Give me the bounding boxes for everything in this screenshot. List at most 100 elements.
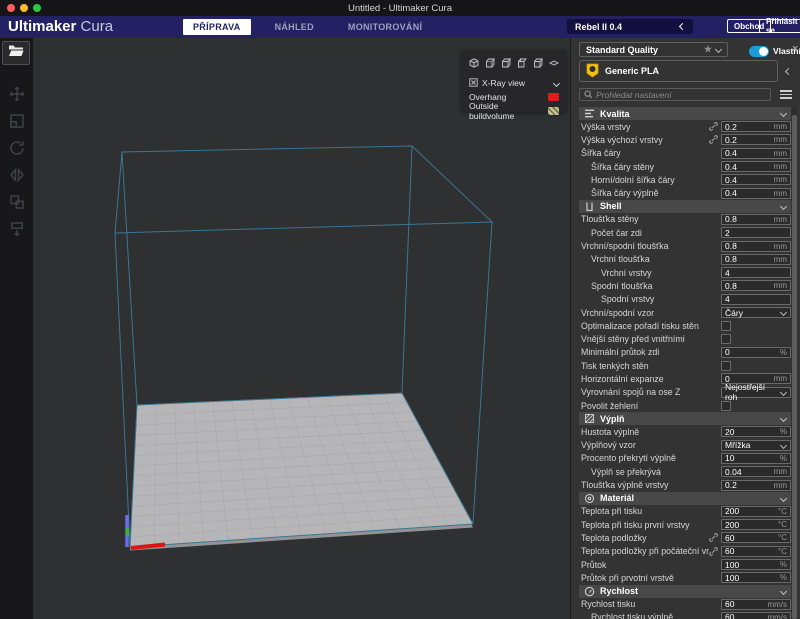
setting-input[interactable]: 100%	[721, 559, 791, 570]
maximize-window-icon[interactable]	[33, 4, 41, 12]
viewport-3d[interactable]: X-Ray view Overhang Outside buildvolume	[33, 38, 570, 619]
link-icon	[709, 533, 718, 542]
mirror-tool-button[interactable]	[4, 165, 29, 190]
setting-row-optimalizace-po-ad-tisku-st-n: Optimalizace pořadí tisku stěn	[579, 319, 791, 332]
setting-input[interactable]: 60mm/s	[721, 599, 791, 610]
section-header-shell[interactable]: Shell	[579, 200, 791, 213]
overhang-color-swatch	[548, 93, 559, 101]
section-label: Shell	[600, 201, 622, 211]
setting-label: Rychlost tisku výplně	[579, 612, 721, 619]
setting-input[interactable]: 0.4mm	[721, 188, 791, 199]
setting-input[interactable]: 0.2mm	[721, 121, 791, 132]
support-blocker-button[interactable]	[4, 219, 29, 244]
setting-input[interactable]: 0.4mm	[721, 148, 791, 159]
setting-input[interactable]: 60mm/s	[721, 612, 791, 619]
setting-checkbox[interactable]	[721, 334, 731, 344]
setting-row-pr-tok: Průtok100%	[579, 558, 791, 571]
setting-input[interactable]: 0%	[721, 347, 791, 358]
setting-label: Procento překrytí výplně	[579, 453, 721, 463]
search-icon	[584, 86, 593, 104]
view-bottom-icon[interactable]	[549, 55, 559, 73]
setting-row-teplota-podlo-ky-p-i-po-te-n-vrstv: Teplota podložky při počáteční vrstvě60°…	[579, 545, 791, 558]
setting-input[interactable]: 60°C	[721, 546, 791, 557]
view-right-icon[interactable]	[533, 55, 543, 73]
render-mode-dropdown[interactable]: X-Ray view	[462, 76, 566, 90]
tab-monitor[interactable]: MONITOROVÁNÍ	[338, 19, 432, 35]
setting-input[interactable]: 0.4mm	[721, 161, 791, 172]
section-header-rychlost[interactable]: Rychlost	[579, 585, 791, 598]
view-3d-icon[interactable]	[469, 55, 479, 73]
settings-menu-icon[interactable]	[780, 90, 792, 101]
setting-select[interactable]: Mřížka	[721, 440, 791, 451]
setting-input[interactable]: 0.2mm	[721, 134, 791, 145]
setting-select[interactable]: Čáry	[721, 307, 791, 318]
rotate-tool-button[interactable]	[4, 138, 29, 163]
collapse-panel-icon[interactable]	[785, 68, 792, 75]
close-icon[interactable]: ×	[792, 44, 798, 55]
scrollbar-thumb[interactable]	[792, 115, 797, 619]
section-header-v-pl[interactable]: Výplň	[579, 412, 791, 425]
setting-input[interactable]: 0.8mm	[721, 254, 791, 265]
setting-row-v-pl-ov-vzor: Výplňový vzorMřížka	[579, 439, 791, 452]
setting-label: Vrchní/spodní tloušťka	[579, 241, 721, 251]
search-box[interactable]	[579, 88, 771, 101]
chevron-down-icon	[780, 110, 787, 117]
per-model-settings-button[interactable]	[4, 192, 29, 217]
quality-icon	[584, 108, 595, 119]
view-front-icon[interactable]	[485, 55, 495, 73]
folder-icon	[8, 44, 24, 62]
setting-input[interactable]: 0.2mm	[721, 480, 791, 491]
setting-input[interactable]: 200°C	[721, 519, 791, 530]
app-logo: Ultimaker Cura	[8, 18, 113, 35]
setting-input[interactable]: 4	[721, 267, 791, 278]
tab-prepare[interactable]: PŘÍPRAVA	[183, 19, 251, 35]
main-area: X-Ray view Overhang Outside buildvolume …	[0, 38, 800, 619]
custom-settings-toggle[interactable]	[749, 46, 769, 57]
section-label: Rychlost	[600, 586, 638, 596]
titlebar: Untitled - Ultimaker Cura	[0, 0, 800, 16]
setting-input[interactable]: 60°C	[721, 532, 791, 543]
setting-input[interactable]: 0.8mm	[721, 280, 791, 291]
infill-icon	[584, 413, 595, 424]
setting-input[interactable]: 0.04mm	[721, 466, 791, 477]
view-left-icon[interactable]	[517, 55, 527, 73]
setting-label: Výplň se překrývá	[579, 467, 721, 477]
setting-input[interactable]: 10%	[721, 453, 791, 464]
setting-label: Horizontální expanze	[579, 374, 721, 384]
setting-input[interactable]: 0.8mm	[721, 214, 791, 225]
setting-input[interactable]: 20%	[721, 426, 791, 437]
section-header-kvalita[interactable]: Kvalita	[579, 107, 791, 120]
star-icon[interactable]: ★	[704, 45, 712, 54]
setting-input[interactable]: 4	[721, 294, 791, 305]
setting-select[interactable]: Nejostřejší roh	[721, 387, 791, 398]
scale-tool-button[interactable]	[4, 111, 29, 136]
settings-panel: Standard Quality ★ Vlastní × Generic PLA…	[570, 38, 800, 619]
traffic-lights	[7, 4, 41, 12]
setting-row-v-pl-se-p-ekr-v: Výplň se překrývá0.04mm	[579, 465, 791, 478]
view-top-icon[interactable]	[501, 55, 511, 73]
setting-checkbox[interactable]	[721, 361, 731, 371]
open-file-button[interactable]	[2, 41, 30, 65]
setting-input[interactable]: 200°C	[721, 506, 791, 517]
printer-selector[interactable]: Rebel II 0.4	[567, 19, 693, 34]
setting-checkbox[interactable]	[721, 321, 731, 331]
setting-input[interactable]: 2	[721, 227, 791, 238]
close-window-icon[interactable]	[7, 4, 15, 12]
rotate-icon	[8, 139, 26, 162]
setting-label: Spodní vrstvy	[579, 294, 721, 304]
setting-checkbox[interactable]	[721, 401, 731, 411]
profile-selector[interactable]: Standard Quality ★	[579, 42, 728, 57]
setting-input[interactable]: 0.8mm	[721, 241, 791, 252]
setting-input[interactable]: 100%	[721, 572, 791, 583]
sign-in-button[interactable]: Přihlásit se	[759, 19, 800, 33]
section-header-materi-l[interactable]: Materiál	[579, 492, 791, 505]
setting-row-teplota-p-i-tisku-prvn-vrstvy: Teplota při tisku první vrstvy200°C	[579, 518, 791, 531]
setting-label: Počet čar zdi	[579, 228, 721, 238]
move-tool-button[interactable]	[4, 84, 29, 109]
extruder-tab[interactable]: Generic PLA	[579, 60, 778, 82]
setting-label: Vrchní vrstvy	[579, 268, 721, 278]
search-input[interactable]	[596, 90, 766, 100]
minimize-window-icon[interactable]	[20, 4, 28, 12]
tab-preview[interactable]: NÁHLED	[265, 19, 324, 35]
setting-input[interactable]: 0.4mm	[721, 174, 791, 185]
